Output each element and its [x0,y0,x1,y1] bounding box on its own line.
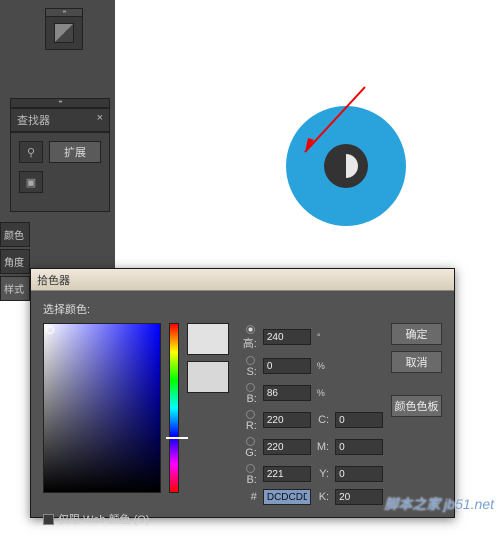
web-only-checkbox[interactable] [43,514,54,525]
m-input[interactable] [335,439,383,455]
web-only-label: 仅限 Web 颜色 (O) [58,511,149,527]
side-tab-style[interactable]: 样式 [0,276,30,301]
radio-bl[interactable] [246,464,255,473]
h-input[interactable] [263,329,311,345]
y-input[interactable] [335,466,383,482]
mini-layers-panel[interactable]: •• [45,8,83,50]
radio-s[interactable] [246,356,255,365]
finder-stack-button[interactable]: ▣ [19,171,43,193]
canvas-circle [286,106,406,226]
ok-button[interactable]: 确定 [391,323,442,345]
layers-icon [54,23,74,43]
b-input[interactable] [263,385,311,401]
sv-cursor [46,326,54,334]
close-icon[interactable]: × [97,112,103,128]
bl-input[interactable] [263,466,311,482]
finder-tabbar: 查找器 × [10,108,110,132]
finder-search-button[interactable]: ⚲ [19,141,43,163]
radio-b[interactable] [246,383,255,392]
radio-r[interactable] [246,410,255,419]
panel-grip[interactable]: •• [10,98,110,108]
hex-input[interactable] [263,489,311,505]
color-picker-dialog: 拾色器 选择颜色: 高: ° S: % B: % R: [30,268,455,518]
web-only-row[interactable]: 仅限 Web 颜色 (O) [43,511,442,527]
k-input[interactable] [335,489,383,505]
dialog-titlebar[interactable]: 拾色器 [31,269,454,291]
radio-h[interactable] [246,325,255,334]
finder-extend-button[interactable]: 扩展 [49,141,101,163]
contrast-icon [334,154,358,178]
dialog-title: 拾色器 [37,272,70,288]
panel-grip[interactable]: •• [46,9,82,17]
cancel-button[interactable]: 取消 [391,351,442,373]
finder-panel: •• 查找器 × ⚲ 扩展 ▣ [10,98,110,212]
r-input[interactable] [263,412,311,428]
stack-icon: ▣ [26,176,36,189]
side-tab-group: 颜色 角度 样式 [0,222,30,303]
watermark: 脚本之家 jb51.net [384,494,494,514]
left-panel-strip: •• •• 查找器 × ⚲ 扩展 ▣ 颜色 角度 样式 [0,0,115,280]
s-input[interactable] [263,358,311,374]
color-fields: 高: ° S: % B: % R: C: G: M: B: Y: # [243,323,383,505]
hue-marker [166,437,188,441]
c-input[interactable] [335,412,383,428]
canvas-inner-circle [324,144,368,188]
search-icon: ⚲ [27,146,35,159]
radio-g[interactable] [246,437,255,446]
current-color-swatch [187,361,229,393]
swatches-button[interactable]: 颜色色板 [391,395,442,417]
side-tab-angle[interactable]: 角度 [0,249,30,274]
side-tab-color[interactable]: 颜色 [0,222,30,247]
g-input[interactable] [263,439,311,455]
hue-slider[interactable] [169,323,179,493]
select-color-label: 选择颜色: [43,301,442,317]
new-color-swatch [187,323,229,355]
saturation-value-box[interactable] [43,323,161,493]
finder-tab[interactable]: 查找器 [17,112,50,128]
